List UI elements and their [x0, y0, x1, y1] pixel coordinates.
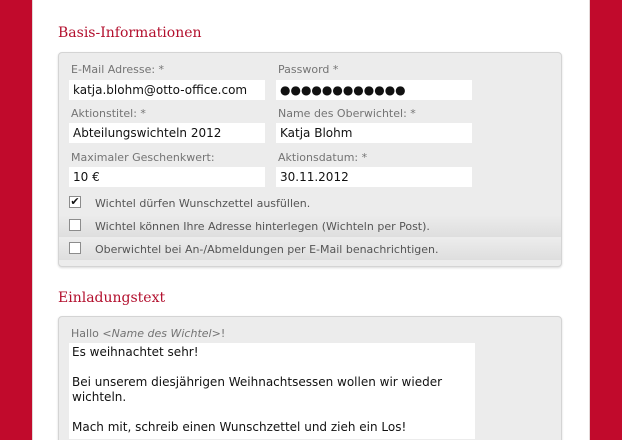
max-gift-value-label: Maximaler Geschenkwert: — [71, 151, 215, 164]
action-date-field[interactable] — [276, 167, 472, 187]
email-field[interactable] — [69, 80, 265, 100]
option-wishlist-row: ✔ Wichtel dürfen Wunschzettel ausfüllen. — [59, 192, 561, 214]
notify-checkbox-label[interactable]: Oberwichtel bei An-/Abmeldungen per E-Ma… — [95, 243, 439, 256]
address-checkbox-label[interactable]: Wichtel können Ihre Adresse hinterlegen … — [95, 220, 430, 233]
invitation-section-title: Einladungstext — [58, 290, 166, 306]
max-gift-value-field[interactable] — [69, 167, 265, 187]
organizer-name-field[interactable] — [276, 123, 472, 143]
organizer-name-label: Name des Oberwichtel: * — [278, 107, 416, 120]
invitation-panel: Hallo <Name des Wichtel>! Es weihnachtet… — [58, 316, 562, 440]
form-page: Basis-Informationen E-Mail Adresse: * Pa… — [32, 0, 590, 440]
address-checkbox[interactable] — [69, 219, 81, 231]
basis-panel: E-Mail Adresse: * Password * Aktionstite… — [58, 52, 562, 267]
action-title-field[interactable] — [69, 123, 265, 143]
action-date-label: Aktionsdatum: * — [278, 151, 368, 164]
password-field[interactable] — [276, 80, 472, 100]
option-notify-row: Oberwichtel bei An-/Abmeldungen per E-Ma… — [59, 238, 561, 260]
password-label: Password * — [278, 63, 339, 76]
wishlist-checkbox[interactable]: ✔ — [69, 196, 81, 208]
action-title-label: Aktionstitel: * — [71, 107, 146, 120]
greeting-prefix: Hallo — [71, 327, 103, 340]
wishlist-checkbox-label[interactable]: Wichtel dürfen Wunschzettel ausfüllen. — [95, 197, 310, 210]
notify-checkbox[interactable] — [69, 242, 81, 254]
option-address-row: Wichtel können Ihre Adresse hinterlegen … — [59, 215, 561, 237]
greeting-name-placeholder: <Name des Wichtel> — [102, 327, 221, 340]
greeting-suffix: ! — [220, 327, 226, 340]
basis-section-title: Basis-Informationen — [58, 25, 202, 41]
email-label: E-Mail Adresse: * — [71, 63, 165, 76]
invitation-textarea[interactable]: Es weihnachtet sehr! Bei unserem diesjäh… — [69, 343, 475, 439]
greeting-line: Hallo <Name des Wichtel>! — [71, 327, 225, 340]
